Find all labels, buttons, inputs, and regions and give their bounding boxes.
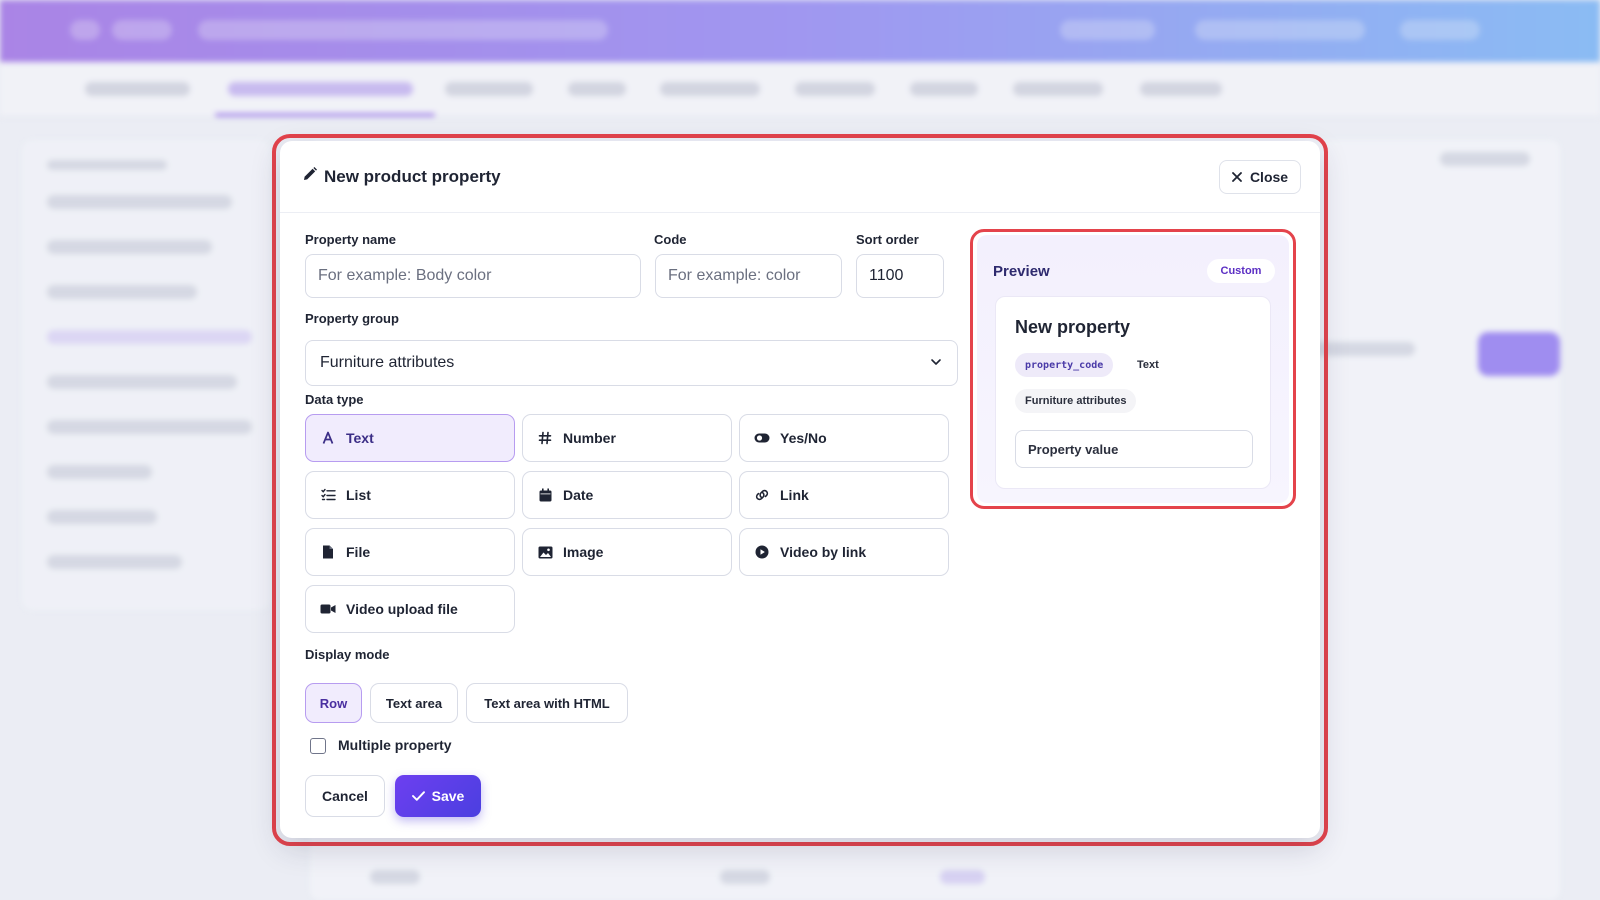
image-icon xyxy=(537,544,553,560)
data-type-video-upload-button[interactable]: Video upload file xyxy=(305,585,515,633)
play-icon xyxy=(754,544,770,560)
preview-panel: Preview Custom New property property_cod… xyxy=(977,235,1289,503)
data-type-file-button[interactable]: File xyxy=(305,528,515,576)
file-icon xyxy=(320,544,336,560)
data-type-label-file: File xyxy=(346,544,371,560)
property-name-input[interactable] xyxy=(305,254,641,298)
data-type-label-number: Number xyxy=(563,430,616,446)
code-input[interactable] xyxy=(655,254,842,298)
data-type-label: Data type xyxy=(305,392,364,407)
hash-icon xyxy=(537,430,553,446)
data-type-label-yesno: Yes/No xyxy=(780,430,827,446)
new-property-modal: New product property Close Property name… xyxy=(280,141,1320,838)
list-icon xyxy=(320,487,336,503)
modal-title: New product property xyxy=(302,166,501,187)
cancel-button[interactable]: Cancel xyxy=(305,775,385,817)
display-mode-textarea-button[interactable]: Text area xyxy=(370,683,458,723)
calendar-icon xyxy=(537,487,553,503)
toggle-icon xyxy=(754,430,770,446)
property-group-select[interactable]: Furniture attributes xyxy=(305,340,958,386)
multiple-property-label: Multiple property xyxy=(338,737,452,753)
property-group-label: Property group xyxy=(305,311,399,326)
data-type-date-button[interactable]: Date xyxy=(522,471,732,519)
property-name-label: Property name xyxy=(305,232,397,247)
chevron-down-icon xyxy=(929,355,943,374)
data-type-video-link-button[interactable]: Video by link xyxy=(739,528,949,576)
data-type-list-button[interactable]: List xyxy=(305,471,515,519)
sort-order-input[interactable] xyxy=(856,254,944,298)
check-icon xyxy=(411,788,425,804)
code-label: Code xyxy=(654,232,687,247)
data-type-number-button[interactable]: Number xyxy=(522,414,732,462)
close-button[interactable]: Close xyxy=(1219,160,1301,194)
data-type-text-button[interactable]: Text xyxy=(305,414,515,462)
property-group-value: Furniture attributes xyxy=(320,354,455,371)
preview-property-name: New property xyxy=(1015,317,1131,337)
custom-badge: Custom xyxy=(1207,259,1275,283)
preview-value-field: Property value xyxy=(1015,430,1253,468)
modal-title-text: New product property xyxy=(324,166,501,186)
save-label: Save xyxy=(431,788,465,804)
save-button[interactable]: Save xyxy=(395,775,481,817)
data-type-yesno-button[interactable]: Yes/No xyxy=(739,414,949,462)
display-mode-label: Display mode xyxy=(305,647,390,662)
preview-group-chip: Furniture attributes xyxy=(1015,389,1137,413)
preview-type-chip: Text xyxy=(1127,353,1169,377)
preview-title: Preview xyxy=(993,263,1050,280)
text-type-icon xyxy=(320,430,336,446)
display-mode-html-button[interactable]: Text area with HTML xyxy=(466,683,628,723)
data-type-label-date: Date xyxy=(563,487,594,503)
close-label: Close xyxy=(1249,169,1289,185)
link-icon xyxy=(754,487,770,503)
preview-code-chip: property_code xyxy=(1015,353,1114,377)
modal-header: New product property Close xyxy=(280,141,1320,213)
data-type-label-image: Image xyxy=(563,544,604,560)
data-type-label-link: Link xyxy=(780,487,809,503)
data-type-image-button[interactable]: Image xyxy=(522,528,732,576)
data-type-link-button[interactable]: Link xyxy=(739,471,949,519)
pencil-icon xyxy=(302,166,318,187)
data-type-label-text: Text xyxy=(346,430,374,446)
display-mode-row-button[interactable]: Row xyxy=(305,683,362,723)
sort-order-label: Sort order xyxy=(856,232,919,247)
close-icon xyxy=(1232,169,1242,185)
video-camera-icon xyxy=(320,601,336,617)
data-type-label-video-upload: Video upload file xyxy=(346,601,458,617)
multiple-property-checkbox[interactable] xyxy=(310,738,326,754)
preview-card: New property property_code Text Furnitur… xyxy=(995,296,1271,489)
data-type-label-list: List xyxy=(346,487,371,503)
data-type-label-video-link: Video by link xyxy=(780,544,867,560)
